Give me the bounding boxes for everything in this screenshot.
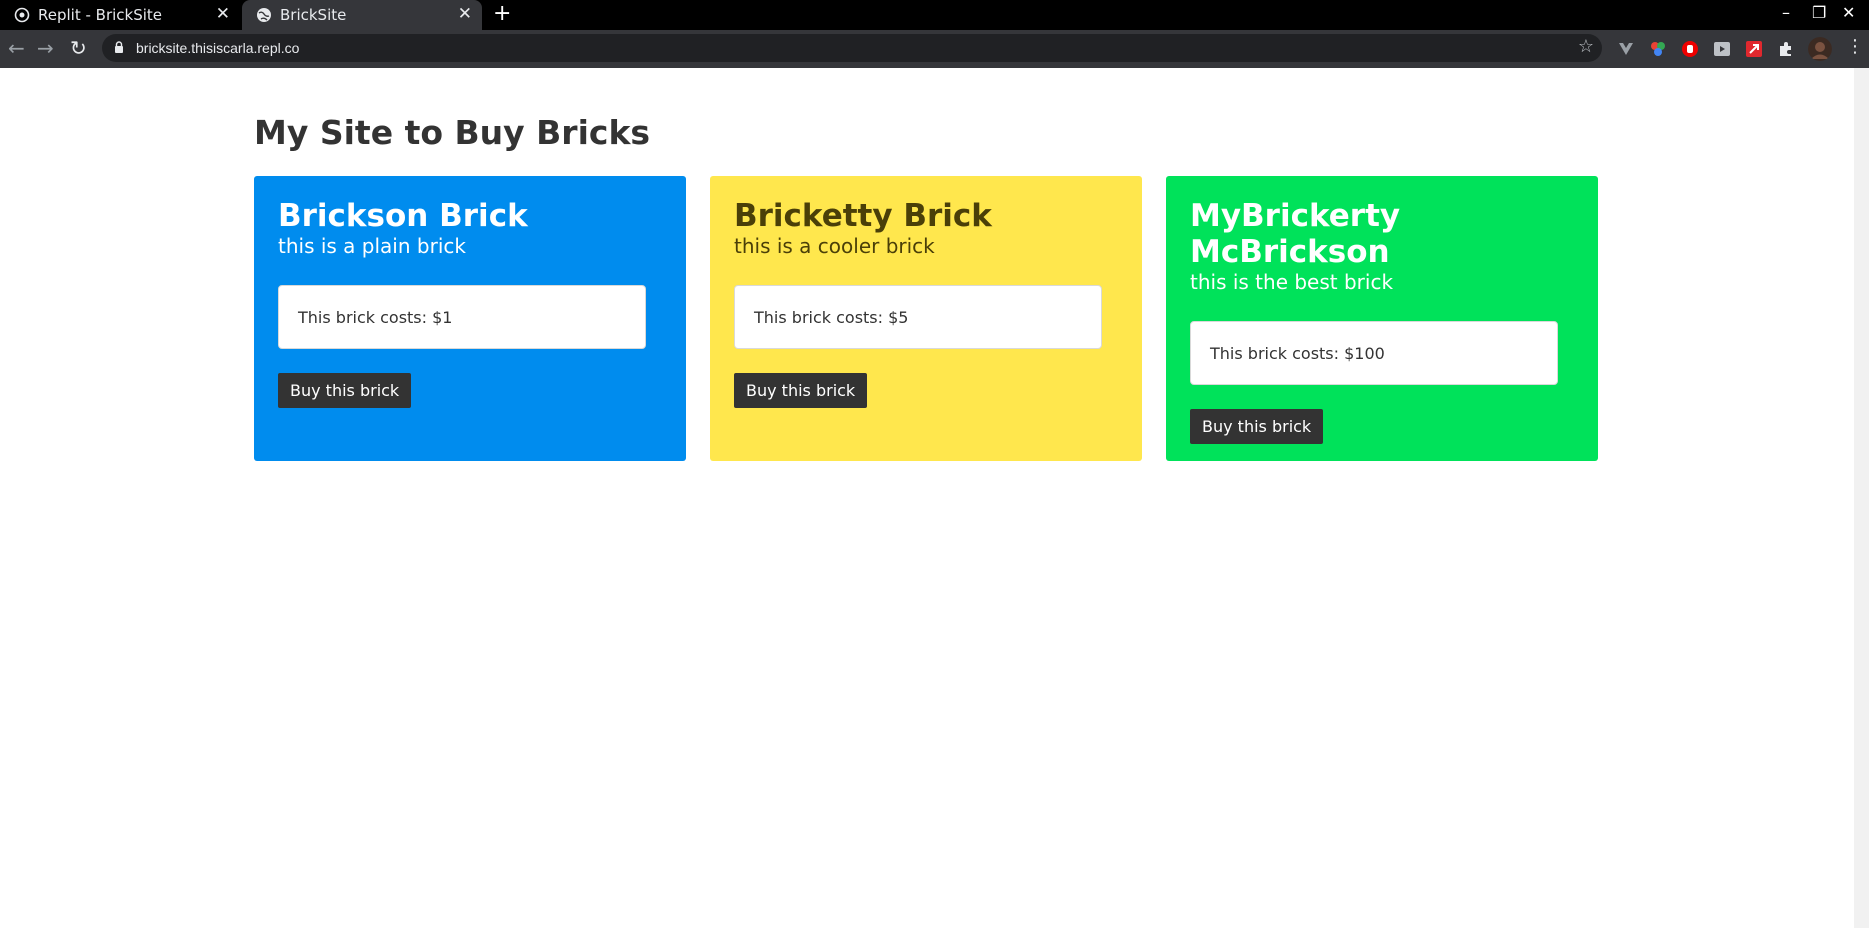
profile-avatar[interactable]	[1808, 37, 1832, 61]
brick-price: This brick costs: $5	[734, 285, 1102, 349]
browser-menu-icon[interactable]: ⋮	[1846, 36, 1864, 57]
brick-description: this is a plain brick	[278, 234, 466, 258]
brick-card-brickson: Brickson Brick this is a plain brick Thi…	[254, 176, 686, 461]
globe-icon	[257, 8, 271, 22]
reload-icon[interactable]: ↻	[70, 36, 87, 60]
brick-price: This brick costs: $1	[278, 285, 646, 349]
brick-card-bricketty: Bricketty Brick this is a cooler brick T…	[710, 176, 1142, 461]
brick-description: this is the best brick	[1190, 270, 1394, 294]
tab-bricksite[interactable]: BrickSite ✕	[242, 0, 482, 30]
page-scrollbar[interactable]	[1854, 68, 1869, 928]
tab-title: BrickSite	[280, 6, 347, 24]
replit-icon	[14, 7, 30, 23]
tab-strip: Replit - BrickSite ✕ BrickSite ✕ + – ❐ ✕	[0, 0, 1869, 30]
brick-description: this is a cooler brick	[734, 234, 935, 258]
vuejs-devtools-icon[interactable]	[1617, 40, 1635, 58]
close-window-icon[interactable]: ✕	[1842, 3, 1855, 22]
forward-icon[interactable]: →	[37, 36, 54, 60]
bookmark-star-icon[interactable]: ☆	[1578, 36, 1594, 57]
brick-name: MyBrickerty McBrickson	[1190, 198, 1401, 270]
buy-brick-button[interactable]: Buy this brick	[734, 373, 868, 408]
buy-brick-button[interactable]: Buy this brick	[1190, 409, 1324, 444]
video-icon[interactable]	[1713, 40, 1731, 58]
back-icon[interactable]: ←	[8, 36, 25, 60]
new-tab-button[interactable]: +	[493, 1, 511, 26]
tab-replit[interactable]: Replit - BrickSite ✕	[0, 0, 240, 30]
browser-toolbar: ← → ↻ bricksite.thisiscarla.repl.co ☆ ⋮	[0, 30, 1869, 68]
tab-title: Replit - BrickSite	[38, 6, 163, 24]
address-bar[interactable]: bricksite.thisiscarla.repl.co ☆	[102, 34, 1602, 62]
lock-icon	[115, 41, 123, 53]
buy-brick-button[interactable]: Buy this brick	[278, 373, 412, 408]
close-tab-icon[interactable]: ✕	[216, 4, 230, 24]
ublock-icon[interactable]	[1681, 40, 1699, 58]
puzzle-icon[interactable]	[1777, 40, 1795, 58]
brick-name: Bricketty Brick	[734, 198, 992, 234]
page-title: My Site to Buy Bricks	[254, 113, 651, 152]
minimize-icon[interactable]: –	[1782, 3, 1790, 22]
arrow-extension-icon[interactable]	[1745, 40, 1763, 58]
restore-icon[interactable]: ❐	[1812, 3, 1826, 22]
brick-price: This brick costs: $100	[1190, 321, 1558, 385]
brick-card-mybrickerty: MyBrickerty McBrickson this is the best …	[1166, 176, 1598, 461]
color-picker-icon[interactable]	[1649, 40, 1667, 58]
url-text: bricksite.thisiscarla.repl.co	[136, 40, 300, 56]
close-tab-icon[interactable]: ✕	[458, 4, 472, 24]
brick-name: Brickson Brick	[278, 198, 528, 234]
